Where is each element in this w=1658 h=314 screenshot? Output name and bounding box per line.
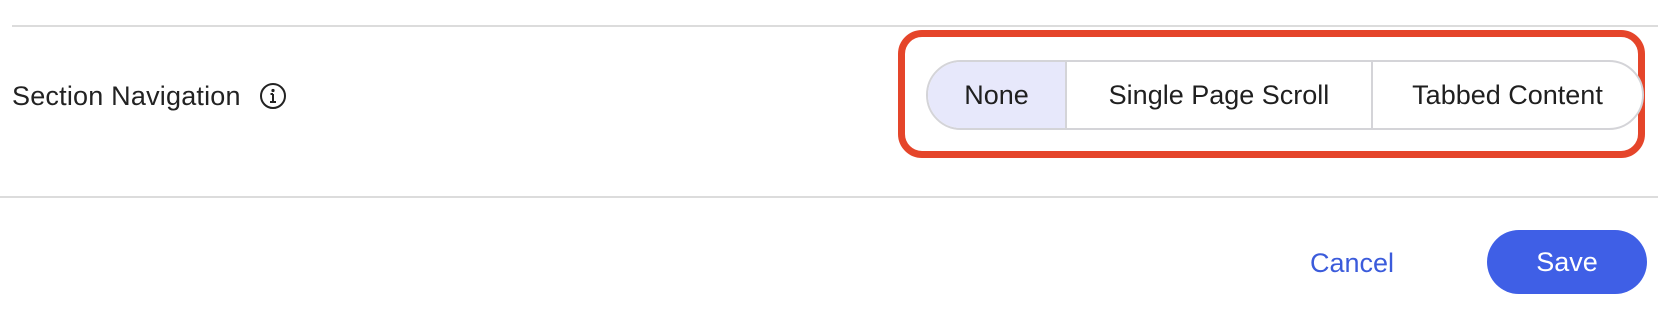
top-divider <box>12 25 1658 27</box>
option-tabbed-content[interactable]: Tabbed Content <box>1371 62 1642 128</box>
option-single-page-scroll[interactable]: Single Page Scroll <box>1065 62 1371 128</box>
section-navigation-label: Section Navigation <box>12 80 241 111</box>
footer-divider <box>0 196 1658 198</box>
save-button[interactable]: Save <box>1487 230 1647 294</box>
section-navigation-segmented-control: None Single Page Scroll Tabbed Content <box>926 60 1644 130</box>
info-circle-icon[interactable] <box>259 82 287 110</box>
cancel-button[interactable]: Cancel <box>1310 238 1394 288</box>
section-navigation-label-row: Section Navigation <box>12 70 287 122</box>
option-none[interactable]: None <box>928 62 1065 128</box>
